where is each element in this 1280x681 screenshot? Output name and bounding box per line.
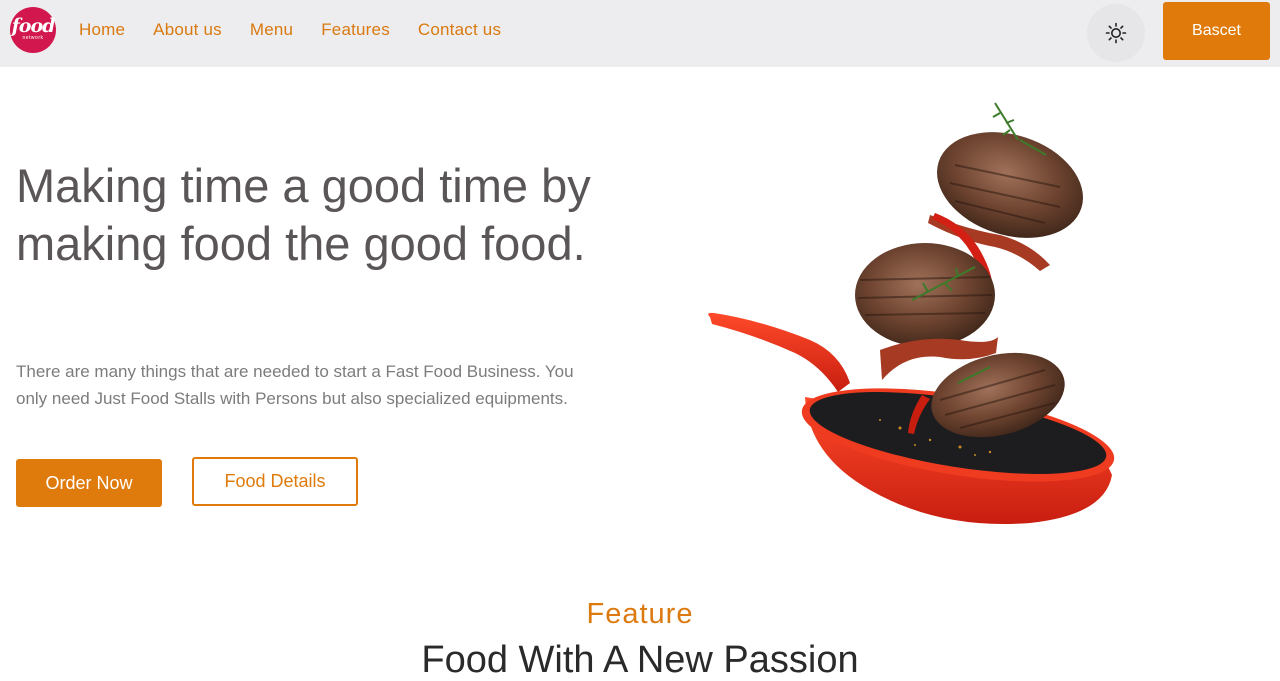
brand-logo[interactable]: food network bbox=[10, 7, 56, 53]
sun-icon bbox=[1105, 22, 1127, 44]
feature-title: Food With A New Passion bbox=[421, 639, 859, 681]
nav-link-menu[interactable]: Menu bbox=[250, 20, 293, 40]
hero-description: There are many things that are needed to… bbox=[16, 362, 574, 408]
nav-link-contact[interactable]: Contact us bbox=[418, 20, 501, 40]
nav-links: Home About us Menu Features Contact us bbox=[79, 20, 501, 40]
food-details-button[interactable]: Food Details bbox=[192, 457, 358, 506]
nav-link-home[interactable]: Home bbox=[79, 20, 125, 40]
hero-title: Making time a good time by making food t… bbox=[16, 159, 591, 270]
order-now-button[interactable]: Order Now bbox=[16, 459, 162, 507]
nav-link-about[interactable]: About us bbox=[153, 20, 222, 40]
theme-toggle-button[interactable] bbox=[1087, 4, 1145, 62]
nav-link-features[interactable]: Features bbox=[321, 20, 390, 40]
logo-word: food bbox=[11, 15, 56, 37]
basket-button[interactable]: Bascet bbox=[1163, 2, 1270, 60]
hero-image bbox=[708, 102, 1115, 525]
navbar: food network Home About us Menu Features… bbox=[0, 0, 1280, 67]
feature-label: Feature bbox=[586, 598, 694, 630]
logo-subtitle: network bbox=[22, 35, 44, 41]
